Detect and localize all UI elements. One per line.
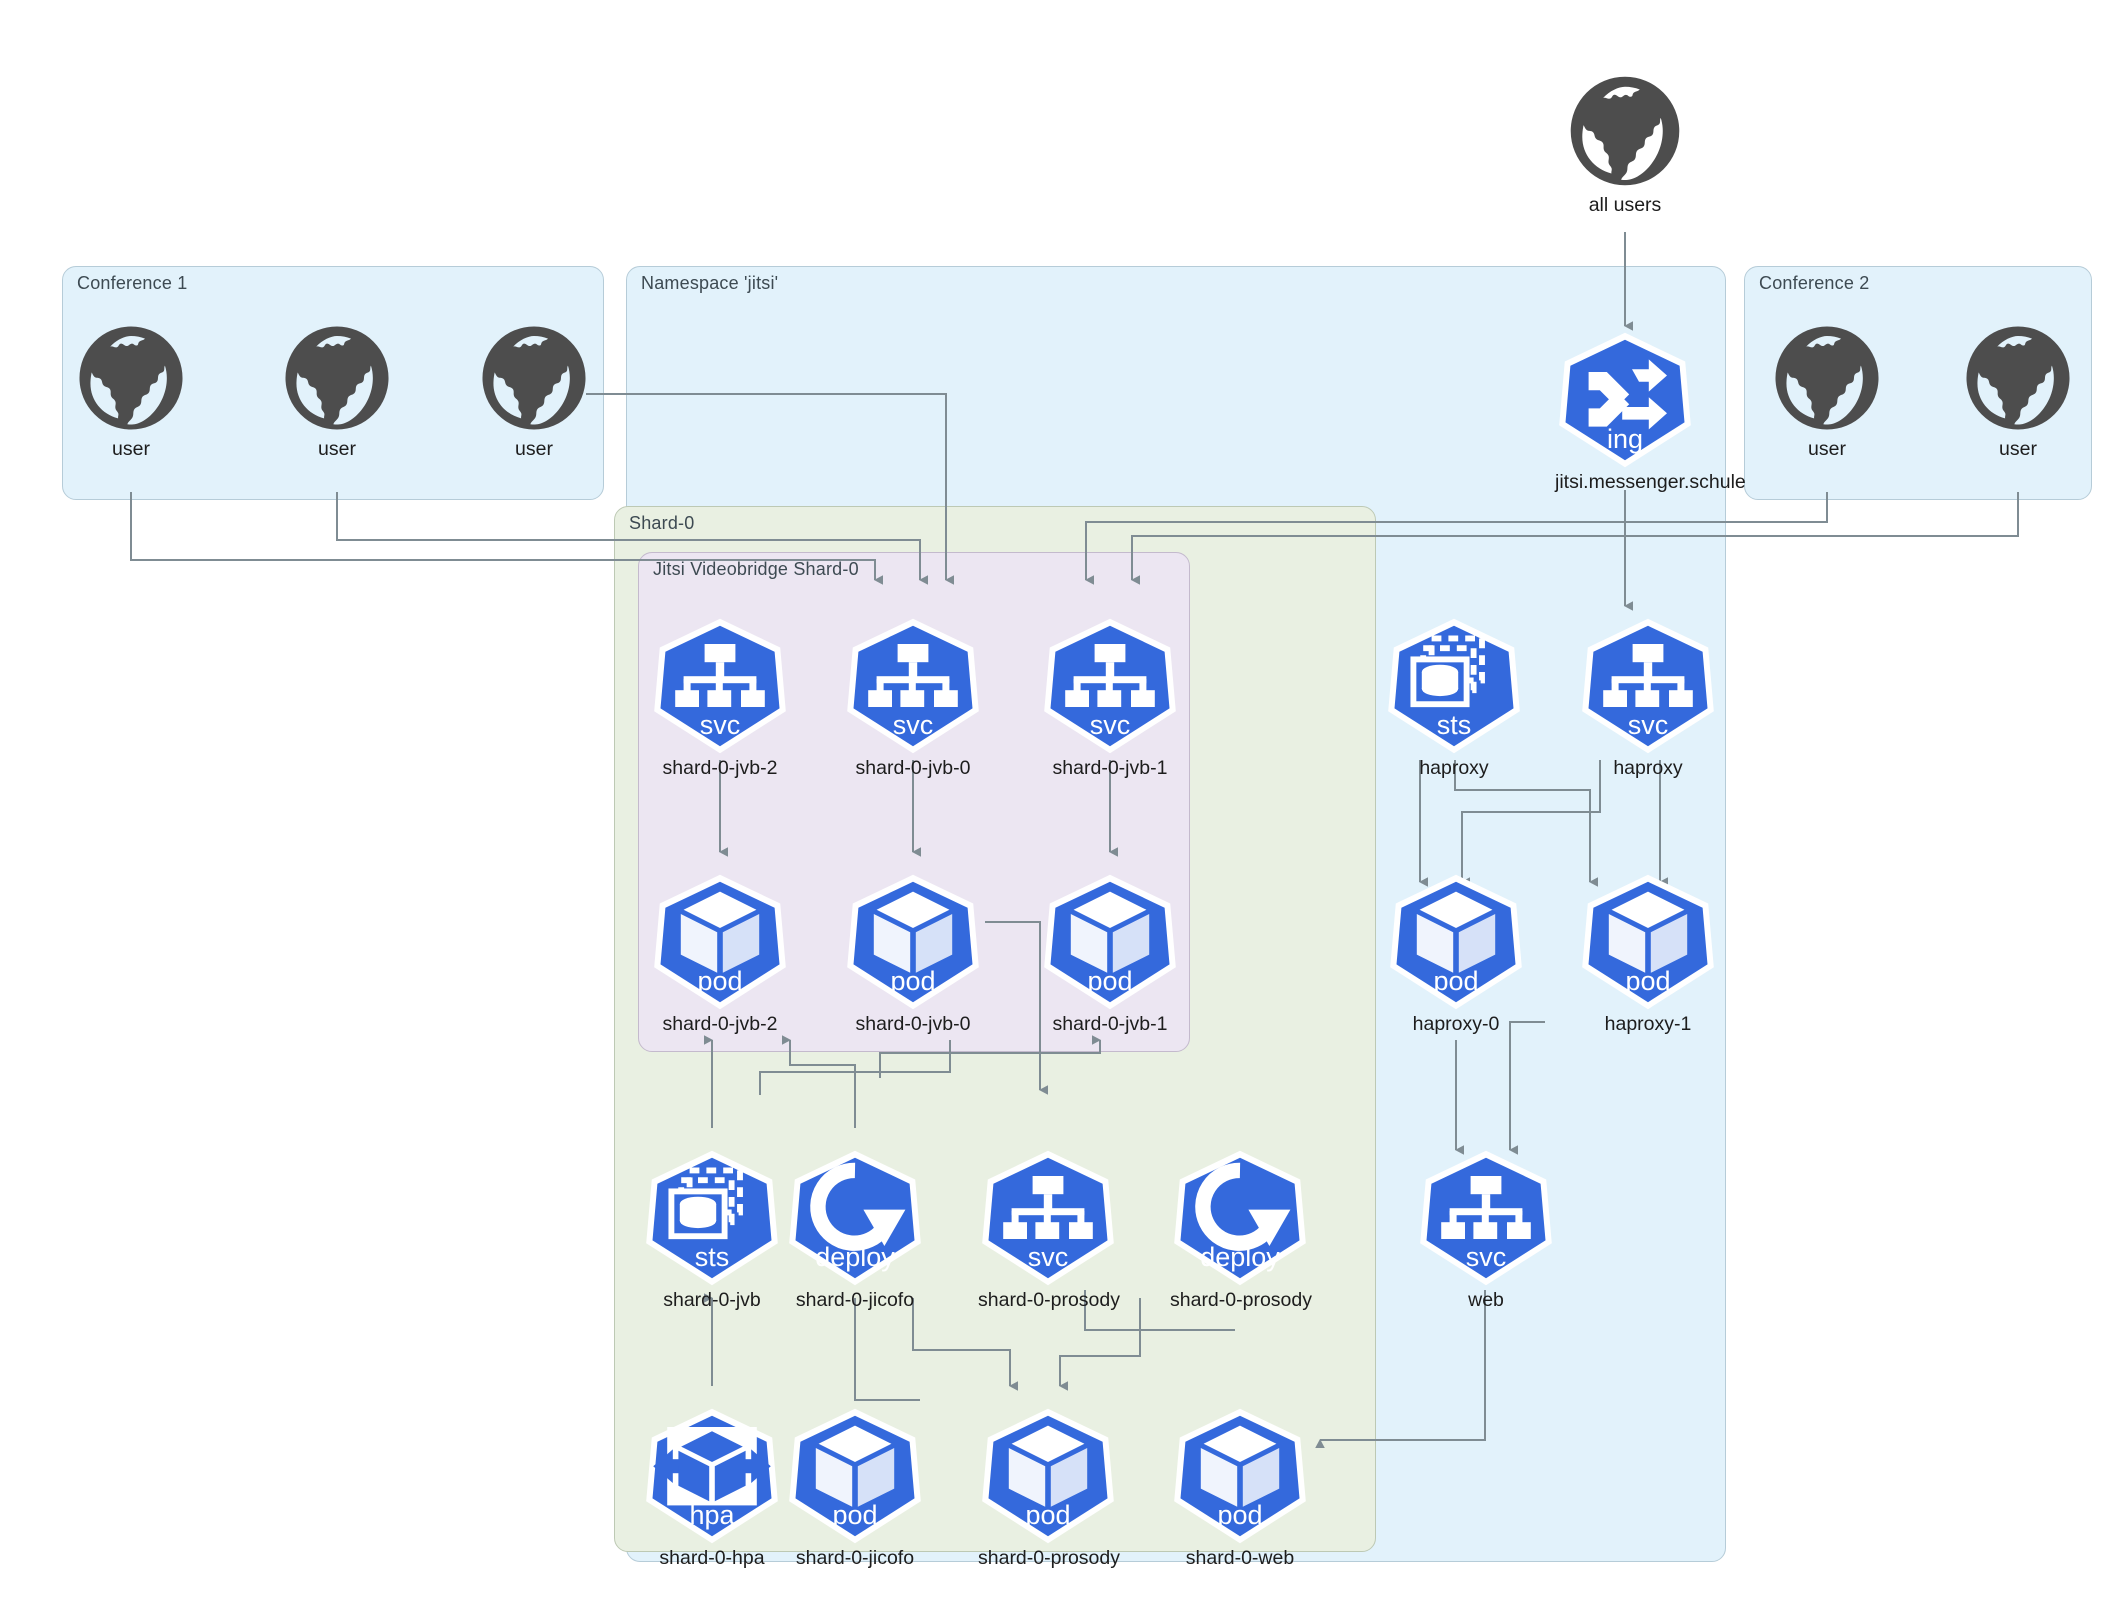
node-label: shard-0-prosody [978,1289,1120,1311]
service-icon: svc [650,616,790,756]
node-label: user [112,438,150,460]
node-svc-shard-0-jvb-1[interactable]: svc shard-0-jvb-1 [1040,616,1180,780]
pod-icon: pod [1170,1406,1310,1546]
node-label: user [1808,438,1846,460]
node-label: user [1999,438,2037,460]
pod-icon: pod [785,1406,925,1546]
node-pod-shard-0-jvb-1[interactable]: pod shard-0-jvb-1 [1040,872,1180,1036]
node-pod-shard-0-web[interactable]: pod shard-0-web [1170,1406,1310,1570]
node-conference1-user-3[interactable]: user [459,322,609,461]
service-icon: svc [1040,616,1180,756]
node-conference2-user-2[interactable]: user [1943,322,2093,461]
node-deploy-shard-0-prosody[interactable]: deploy shard-0-prosody [1170,1148,1312,1312]
pod-icon: pod [650,872,790,1012]
globe-icon [1550,72,1700,190]
node-label: haproxy [1613,757,1683,779]
globe-icon [262,322,412,434]
pod-icon: pod [843,872,983,1012]
service-icon: svc [843,616,983,756]
node-pod-shard-0-jvb-2[interactable]: pod shard-0-jvb-2 [650,872,790,1036]
node-label: haproxy-0 [1412,1013,1500,1035]
node-svc-shard-0-jvb-2[interactable]: svc shard-0-jvb-2 [650,616,790,780]
pod-icon: pod [1386,872,1526,1012]
node-label: shard-0-jicofo [795,1547,915,1569]
node-label: shard-0-jvb-2 [662,757,778,779]
deployment-icon: deploy [785,1148,925,1288]
statefulset-icon: sts [1384,616,1524,756]
node-label: shard-0-jvb [663,1289,761,1311]
node-label: shard-0-prosody [978,1547,1120,1569]
node-label: shard-0-jvb-1 [1052,757,1168,779]
node-label: user [515,438,553,460]
node-sts-shard-0-jvb[interactable]: sts shard-0-jvb [642,1148,782,1312]
globe-icon [1943,322,2093,434]
node-label: shard-0-jvb-2 [662,1013,778,1035]
node-label: shard-0-jicofo [795,1289,915,1311]
node-svc-shard-0-prosody[interactable]: svc shard-0-prosody [978,1148,1120,1312]
node-label: haproxy-1 [1604,1013,1692,1035]
node-svc-web[interactable]: svc web [1416,1148,1556,1312]
node-conference1-user-1[interactable]: user [56,322,206,461]
group-namespace-jitsi-label: Namespace 'jitsi' [641,273,779,293]
pod-icon: pod [1578,872,1718,1012]
node-pod-shard-0-jicofo[interactable]: pod shard-0-jicofo [785,1406,925,1570]
node-hpa-shard-0-hpa[interactable]: hpa shard-0-hpa [642,1406,782,1570]
diagram-canvas: Conference 1 Namespace 'jitsi' Conferenc… [0,0,2123,1611]
service-icon: svc [978,1148,1118,1288]
globe-icon [1752,322,1902,434]
node-sts-haproxy[interactable]: sts haproxy [1384,616,1524,780]
statefulset-icon: sts [642,1148,782,1288]
node-pod-haproxy-0[interactable]: pod haproxy-0 [1386,872,1526,1036]
hpa-icon: hpa [642,1406,782,1546]
node-label: shard-0-jvb-0 [855,757,971,779]
group-conference-1-label: Conference 1 [77,273,188,293]
group-jitsi-videobridge-label: Jitsi Videobridge Shard-0 [653,559,859,579]
node-svc-haproxy[interactable]: svc haproxy [1578,616,1718,780]
node-label: all users [1588,194,1662,216]
globe-icon [459,322,609,434]
node-pod-shard-0-prosody[interactable]: pod shard-0-prosody [978,1406,1120,1570]
globe-icon [56,322,206,434]
group-shard-0-label: Shard-0 [629,513,695,533]
node-label: shard-0-web [1185,1547,1295,1569]
node-label: shard-0-jvb-0 [855,1013,971,1035]
ingress-icon: ing [1555,330,1695,470]
node-conference2-user-1[interactable]: user [1752,322,1902,461]
node-all-users[interactable]: all users [1550,72,1700,217]
group-conference-2-label: Conference 2 [1759,273,1870,293]
service-icon: svc [1578,616,1718,756]
node-ingress[interactable]: ing jitsi.messenger.schule [1555,330,1746,494]
node-label: user [318,438,356,460]
node-label: shard-0-hpa [659,1547,765,1569]
service-icon: svc [1416,1148,1556,1288]
node-conference1-user-2[interactable]: user [262,322,412,461]
node-pod-haproxy-1[interactable]: pod haproxy-1 [1578,872,1718,1036]
deployment-icon: deploy [1170,1148,1310,1288]
node-label: shard-0-prosody [1170,1289,1312,1311]
node-label: shard-0-jvb-1 [1052,1013,1168,1035]
node-deploy-shard-0-jicofo[interactable]: deploy shard-0-jicofo [785,1148,925,1312]
node-label: jitsi.messenger.schule [1555,471,1746,493]
pod-icon: pod [1040,872,1180,1012]
node-svc-shard-0-jvb-0[interactable]: svc shard-0-jvb-0 [843,616,983,780]
node-pod-shard-0-jvb-0[interactable]: pod shard-0-jvb-0 [843,872,983,1036]
pod-icon: pod [978,1406,1118,1546]
node-label: haproxy [1419,757,1489,779]
node-label: web [1468,1289,1504,1311]
